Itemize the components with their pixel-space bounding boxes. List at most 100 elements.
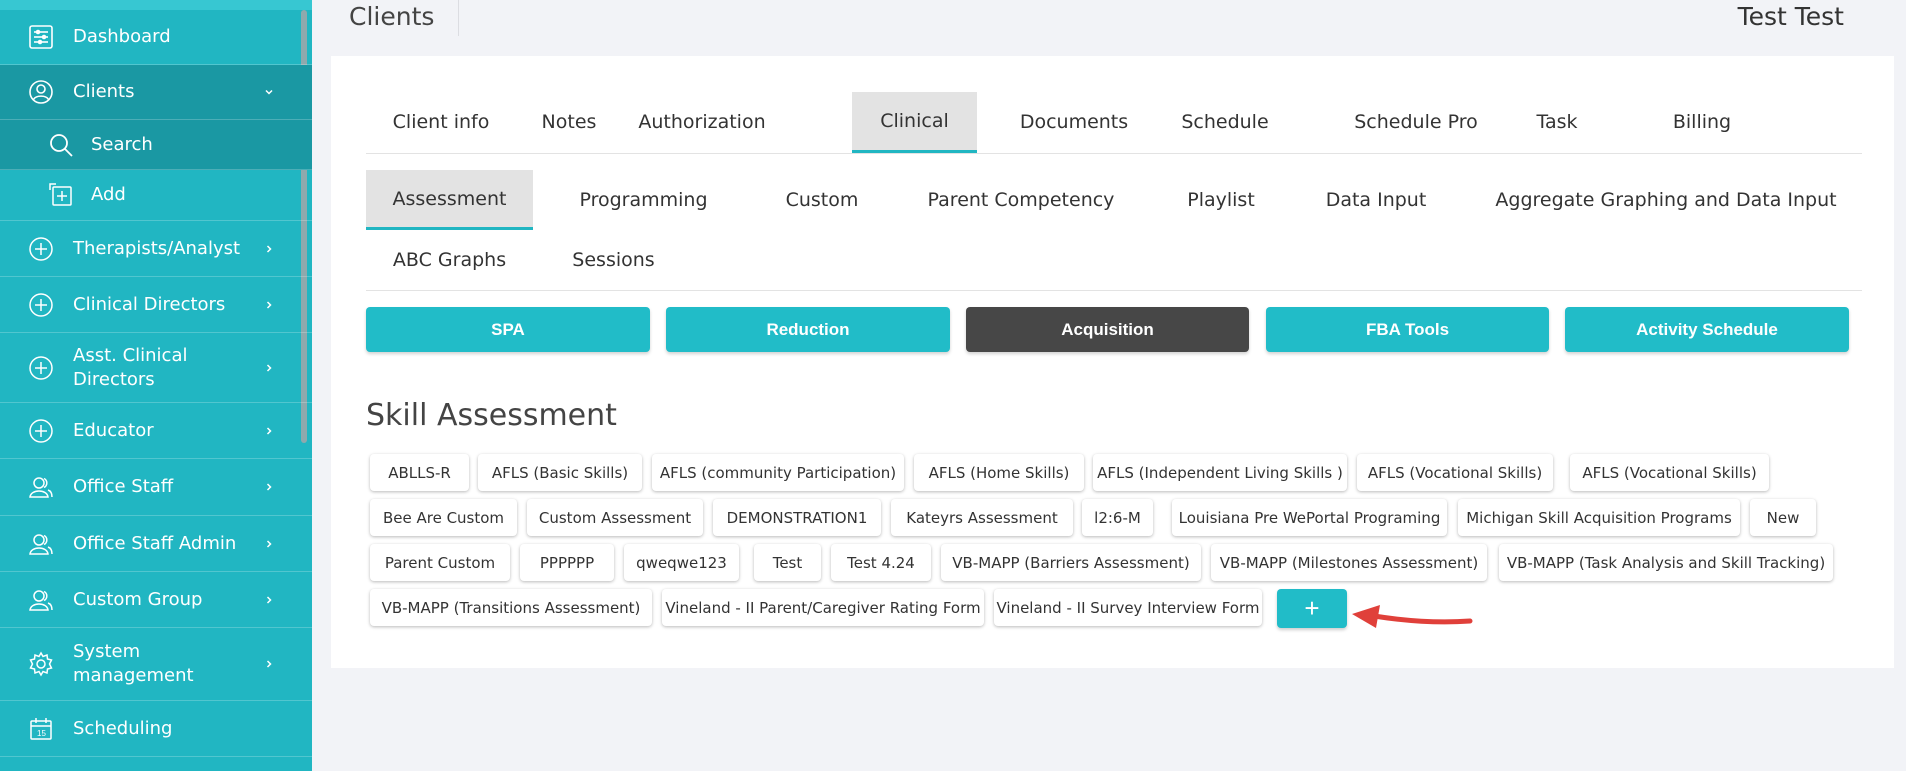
sidebar-item-label: Dashboard xyxy=(73,26,171,47)
sidebar-item-label: Educator xyxy=(73,419,154,441)
tab-aggregate-graphing[interactable]: Aggregate Graphing and Data Input xyxy=(1476,170,1856,230)
assessment-chip[interactable]: Bee Are Custom xyxy=(370,499,517,536)
chevron-right-icon xyxy=(262,424,276,438)
sidebar-item-system-management[interactable]: System management xyxy=(0,628,312,701)
plus-circle-icon xyxy=(28,292,54,318)
user-circle-icon xyxy=(28,79,54,105)
assessment-chip[interactable]: VB-MAPP (Milestones Assessment) xyxy=(1211,544,1487,581)
acquisition-button[interactable]: Acquisition xyxy=(966,307,1249,352)
sidebar-item-label: Asst. Clinical Directors xyxy=(73,344,188,390)
sidebar-item-office-staff-admin[interactable]: Office Staff Admin xyxy=(0,516,312,572)
chevron-down-icon xyxy=(262,85,276,99)
assessment-chip[interactable]: Test 4.24 xyxy=(831,544,931,581)
tab-parent-competency[interactable]: Parent Competency xyxy=(906,170,1136,230)
tab-abc-graphs[interactable]: ABC Graphs xyxy=(366,230,533,290)
spa-button[interactable]: SPA xyxy=(366,307,650,352)
tab-programming[interactable]: Programming xyxy=(551,170,736,230)
assessment-chip[interactable]: DEMONSTRATION1 xyxy=(713,499,881,536)
assessment-chip[interactable]: Test xyxy=(754,544,821,581)
chevron-right-icon xyxy=(262,480,276,494)
sidebar-item-label: Custom Group xyxy=(73,588,203,610)
plus-circle-icon xyxy=(28,418,54,444)
sidebar-item-educator[interactable]: Educator xyxy=(0,403,312,459)
tab-notes[interactable]: Notes xyxy=(516,92,622,152)
sidebar-item-scheduling[interactable]: 15 Scheduling xyxy=(0,701,312,757)
chevron-right-icon xyxy=(262,657,276,671)
sidebar-item-label: Scheduling xyxy=(73,717,173,739)
section-title: Skill Assessment xyxy=(366,398,617,433)
tab-custom[interactable]: Custom xyxy=(766,170,878,230)
sidebar-item-office-staff[interactable]: Office Staff xyxy=(0,459,312,516)
assessment-chip[interactable]: VB-MAPP (Transitions Assessment) xyxy=(370,589,652,626)
tab-authorization[interactable]: Authorization xyxy=(622,92,782,152)
sidebar-item-label: Search xyxy=(91,133,153,155)
sidebar-item-label: Office Staff Admin xyxy=(73,532,237,554)
assessment-chip[interactable]: VB-MAPP (Task Analysis and Skill Trackin… xyxy=(1499,544,1833,581)
assessment-chip[interactable]: Kateyrs Assessment xyxy=(891,499,1073,536)
tab-playlist[interactable]: Playlist xyxy=(1166,170,1276,230)
activity-schedule-button[interactable]: Activity Schedule xyxy=(1565,307,1849,352)
tab-client-info[interactable]: Client info xyxy=(366,92,516,152)
assessment-chip[interactable]: Louisiana Pre WePortal Programing xyxy=(1172,499,1447,536)
tab-data-input[interactable]: Data Input xyxy=(1306,170,1446,230)
assessment-chip[interactable]: l2:6-M xyxy=(1082,499,1153,536)
sidebar-item-label: Clients xyxy=(73,81,135,102)
assessment-chip[interactable]: ABLLS-R xyxy=(370,454,469,491)
user-name[interactable]: Test Test xyxy=(1738,2,1844,31)
annotation-arrow-icon xyxy=(1352,605,1473,628)
tab-billing[interactable]: Billing xyxy=(1652,92,1752,152)
assessment-chip[interactable]: AFLS (Home Skills) xyxy=(914,454,1084,491)
tab-task[interactable]: Task xyxy=(1522,92,1592,152)
assessment-chip[interactable]: AFLS (community Participation) xyxy=(652,454,904,491)
sidebar-item-add[interactable]: Add xyxy=(0,170,312,221)
assessment-chip[interactable]: Vineland - II Survey Interview Form xyxy=(994,589,1262,626)
header-divider xyxy=(458,0,459,36)
sidebar-item-custom-group[interactable]: Custom Group xyxy=(0,572,312,628)
assessment-chip[interactable]: AFLS (Basic Skills) xyxy=(478,454,642,491)
chevron-right-icon xyxy=(262,593,276,607)
sidebar-item-label: Clinical Directors xyxy=(73,293,226,315)
program-type-buttons: SPA Reduction Acquisition FBA Tools Acti… xyxy=(366,307,1866,353)
assessment-chip[interactable]: AFLS (Independent Living Skills ) xyxy=(1093,454,1347,491)
page-title: Clients xyxy=(349,2,435,31)
sidebar-top-strip xyxy=(0,0,312,10)
users-icon xyxy=(28,587,54,613)
assessment-chip[interactable]: Michigan Skill Acquisition Programs xyxy=(1458,499,1740,536)
primary-tabs: Client info Notes Authorization Clinical… xyxy=(366,92,1862,154)
add-assessment-button[interactable]: + xyxy=(1277,589,1347,628)
sidebar-item-clinical-directors[interactable]: Clinical Directors xyxy=(0,277,312,333)
assessment-chip[interactable]: AFLS (Vocational Skills) xyxy=(1357,454,1553,491)
chevron-right-icon xyxy=(262,298,276,312)
assessment-chip[interactable]: qweqwe123 xyxy=(624,544,739,581)
users-icon xyxy=(28,531,54,557)
sidebar-item-label: Office Staff xyxy=(73,476,174,497)
chevron-right-icon xyxy=(262,537,276,551)
search-icon xyxy=(48,132,74,158)
tab-schedule[interactable]: Schedule xyxy=(1169,92,1281,152)
sidebar-item-label: Therapists/Analyst xyxy=(73,237,241,259)
assessment-chip[interactable]: Vineland - II Parent/Caregiver Rating Fo… xyxy=(662,589,984,626)
reduction-button[interactable]: Reduction xyxy=(666,307,950,352)
sidebar-item-dashboard[interactable]: Dashboard xyxy=(0,10,312,65)
tab-schedule-pro[interactable]: Schedule Pro xyxy=(1341,92,1491,152)
sidebar-item-search[interactable]: Search xyxy=(0,120,312,170)
fba-tools-button[interactable]: FBA Tools xyxy=(1266,307,1549,352)
sidebar-item-asst-clinical-directors[interactable]: Asst. Clinical Directors xyxy=(0,333,312,403)
assessment-chip[interactable]: Parent Custom xyxy=(370,544,510,581)
sidebar-item-clients[interactable]: Clients xyxy=(0,65,312,120)
calendar-icon: 15 xyxy=(28,716,54,742)
tab-documents[interactable]: Documents xyxy=(1006,92,1142,152)
assessment-chip[interactable]: Custom Assessment xyxy=(527,499,703,536)
add-box-icon xyxy=(48,182,74,208)
assessment-chip[interactable]: New xyxy=(1750,499,1816,536)
assessment-chip[interactable]: AFLS (Vocational Skills) xyxy=(1570,454,1769,491)
assessment-chip[interactable]: VB-MAPP (Barriers Assessment) xyxy=(941,544,1201,581)
assessment-chip[interactable]: PPPPPP xyxy=(520,544,614,581)
tab-assessment[interactable]: Assessment xyxy=(366,170,533,230)
sidebar-item-therapists[interactable]: Therapists/Analyst xyxy=(0,221,312,277)
users-icon xyxy=(28,474,54,500)
chevron-right-icon xyxy=(262,361,276,375)
plus-circle-icon xyxy=(28,355,54,381)
tab-clinical[interactable]: Clinical xyxy=(852,92,977,153)
tab-sessions[interactable]: Sessions xyxy=(551,230,676,290)
